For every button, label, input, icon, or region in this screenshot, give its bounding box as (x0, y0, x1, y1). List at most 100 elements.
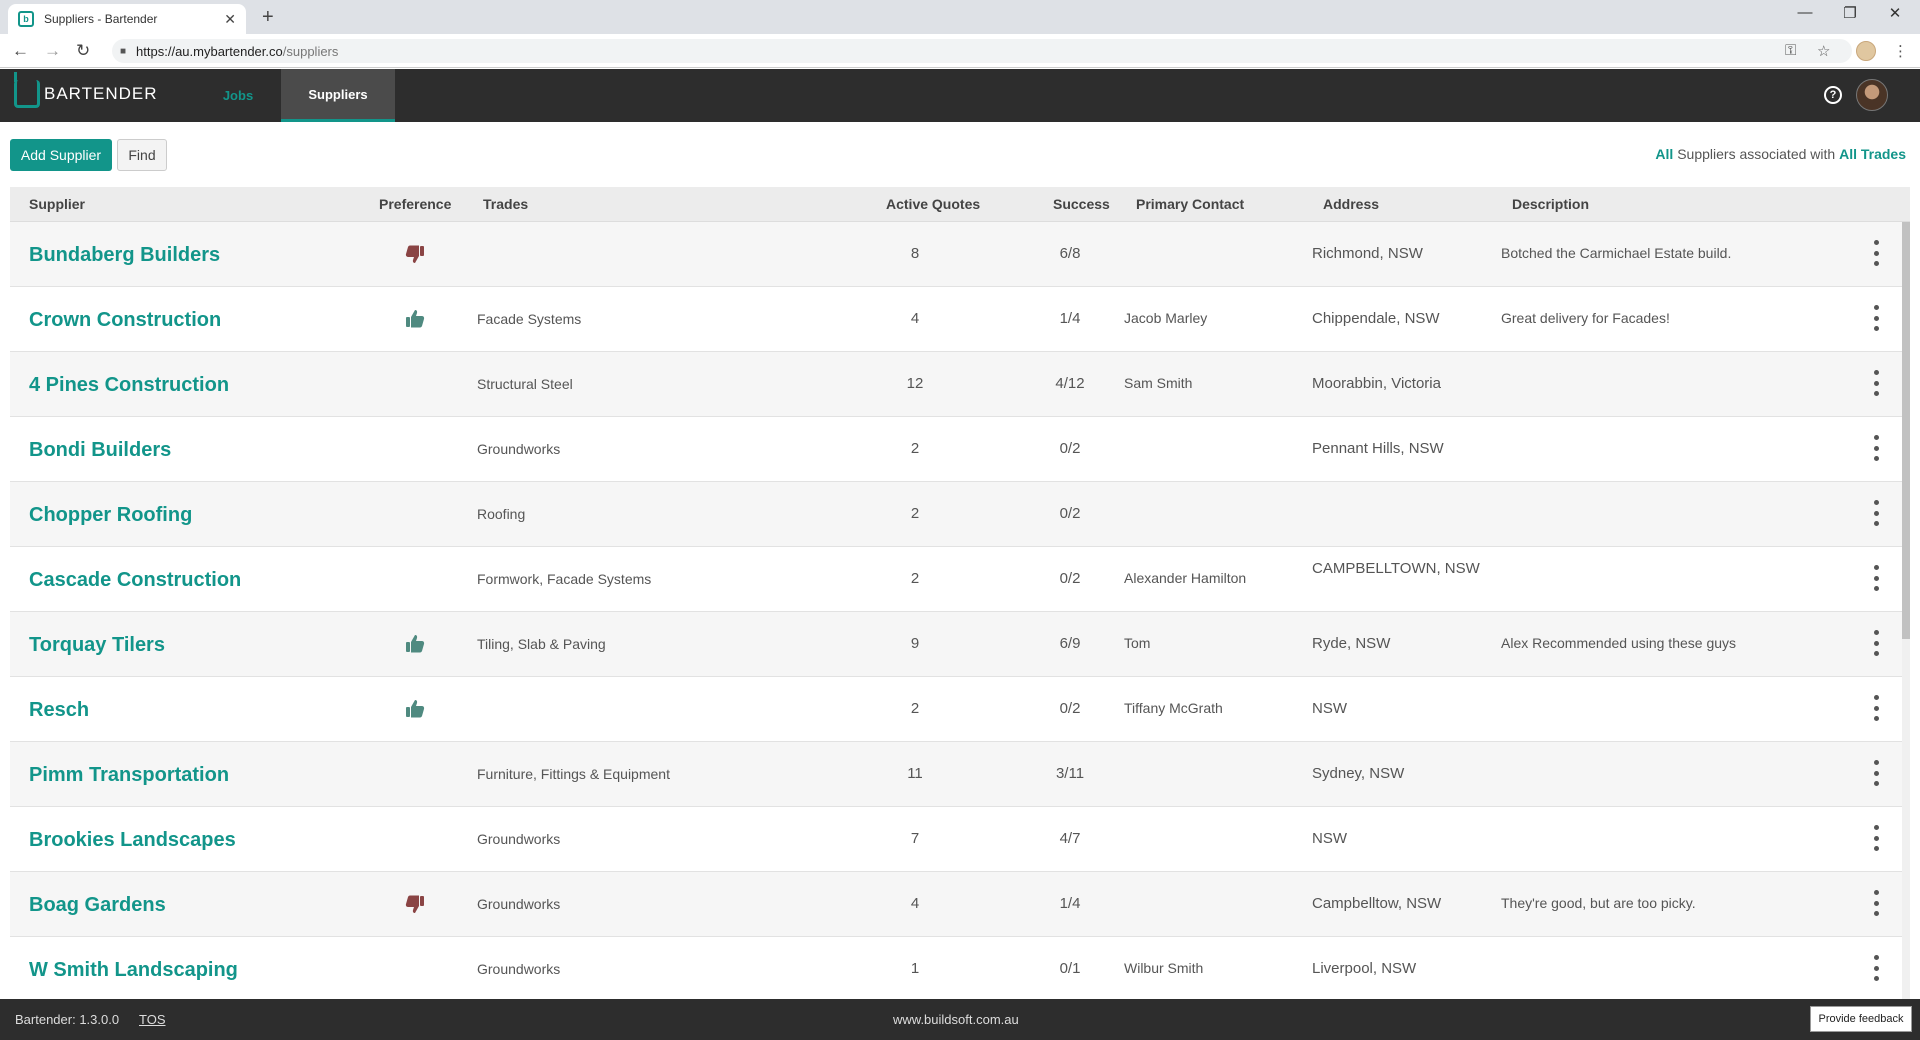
scrollbar-thumb[interactable] (1902, 222, 1910, 639)
forward-icon[interactable]: → (44, 41, 61, 61)
table-scrollbar[interactable] (1902, 222, 1910, 999)
supplier-name-link[interactable]: Brookies Landscapes (29, 829, 236, 852)
key-icon[interactable]: ⚿ (1785, 42, 1796, 59)
row-menu-icon[interactable] (1872, 500, 1880, 526)
supplier-name-link[interactable]: Resch (29, 699, 89, 722)
version-label: Bartender: 1.3.0.0 (15, 1012, 120, 1027)
extension-avatar-icon[interactable] (1856, 41, 1876, 61)
header-trades[interactable]: Trades (483, 196, 528, 212)
supplier-name-link[interactable]: Boag Gardens (29, 894, 166, 917)
header-description[interactable]: Description (1512, 196, 1589, 212)
table-row[interactable]: Brookies Landscapes Groundworks 7 4/7 NSW (10, 807, 1902, 872)
supplier-name-link[interactable]: Crown Construction (29, 309, 221, 332)
table-row[interactable]: Crown Construction Facade Systems 4 1/4 Jaco… (10, 287, 1902, 352)
address-cell: Richmond, NSW (1312, 245, 1423, 262)
address-cell: NSW (1312, 700, 1347, 717)
row-menu-icon[interactable] (1872, 565, 1880, 591)
window-close-icon[interactable]: ✕ (1875, 4, 1915, 22)
row-menu-icon[interactable] (1872, 435, 1880, 461)
success-cell: 4/12 (1055, 375, 1085, 392)
supplier-name-link[interactable]: Chopper Roofing (29, 504, 192, 527)
trades-cell: Groundworks (477, 441, 561, 457)
table-row[interactable]: Cascade Construction Formwork, Facade Sys… (10, 547, 1902, 612)
row-menu-icon[interactable] (1872, 240, 1880, 266)
supplier-name-link[interactable]: Bundaberg Builders (29, 244, 220, 267)
table-header: Supplier Preference Trades Active Quotes… (10, 187, 1910, 222)
primary-contact-cell: Tiffany McGrath (1124, 700, 1223, 716)
success-cell: 0/1 (1059, 960, 1081, 977)
active-quotes-cell: 8 (910, 245, 920, 262)
add-supplier-button[interactable]: Add Supplier (10, 139, 112, 171)
address-cell: Pennant Hills, NSW (1312, 440, 1444, 457)
row-menu-icon[interactable] (1872, 760, 1880, 786)
active-quotes-cell: 9 (910, 635, 920, 652)
bartender-logo-icon (14, 72, 40, 108)
new-tab-button[interactable]: + (262, 6, 274, 29)
header-success[interactable]: Success (1053, 196, 1110, 212)
browser-tab[interactable]: b Suppliers - Bartender ✕ (8, 4, 246, 34)
browser-menu-icon[interactable]: ⋮ (1893, 42, 1908, 60)
tab-close-icon[interactable]: ✕ (224, 11, 236, 28)
success-cell: 0/2 (1059, 700, 1081, 717)
help-icon[interactable]: ? (1824, 86, 1842, 104)
trades-cell: Furniture, Fittings & Equipment (477, 766, 670, 782)
table-row[interactable]: W Smith Landscaping Groundworks 1 0/1 Wilbur… (10, 937, 1902, 999)
header-supplier[interactable]: Supplier (29, 196, 85, 212)
url-field[interactable]: ■ https://au.mybartender.co/suppliers (112, 39, 1852, 63)
active-quotes-cell: 4 (910, 310, 920, 327)
table-row[interactable]: Boag Gardens Groundworks 4 1/4 Campbelltow, … (10, 872, 1902, 937)
reload-icon[interactable]: ↻ (76, 41, 90, 61)
minimize-icon[interactable]: — (1785, 4, 1825, 21)
star-icon[interactable]: ☆ (1817, 42, 1830, 60)
header-primary-contact[interactable]: Primary Contact (1136, 196, 1244, 212)
row-menu-icon[interactable] (1872, 955, 1880, 981)
nav-tab-suppliers[interactable]: Suppliers (281, 69, 395, 122)
table-row[interactable]: Bundaberg Builders 8 6/8 Richmond, NSW Botch… (10, 222, 1902, 287)
header-active-quotes[interactable]: Active Quotes (886, 196, 980, 212)
table-row[interactable]: Resch 2 0/2 Tiffany McGrath NSW (10, 677, 1902, 742)
row-menu-icon[interactable] (1872, 305, 1880, 331)
header-preference[interactable]: Preference (379, 196, 451, 212)
trades-cell: Structural Steel (477, 376, 573, 392)
table-row[interactable]: Chopper Roofing Roofing 2 0/2 (10, 482, 1902, 547)
table-row[interactable]: 4 Pines Construction Structural Steel 12 4/… (10, 352, 1902, 417)
row-menu-icon[interactable] (1872, 890, 1880, 916)
filter-all-link[interactable]: All (1655, 146, 1673, 162)
back-icon[interactable]: ← (12, 41, 29, 61)
supplier-filter: All Suppliers associated with All Trades (1655, 146, 1906, 162)
supplier-name-link[interactable]: Cascade Construction (29, 569, 241, 592)
url-path: /suppliers (282, 43, 339, 59)
address-cell: Campbelltow, NSW (1312, 895, 1442, 912)
supplier-name-link[interactable]: 4 Pines Construction (29, 374, 229, 397)
success-cell: 1/4 (1059, 895, 1081, 912)
active-quotes-cell: 11 (907, 765, 923, 782)
filter-trades-link[interactable]: All Trades (1839, 146, 1906, 162)
table-row[interactable]: Bondi Builders Groundworks 2 0/2 Pennant Hil… (10, 417, 1902, 482)
row-menu-icon[interactable] (1872, 630, 1880, 656)
row-menu-icon[interactable] (1872, 695, 1880, 721)
trades-cell: Groundworks (477, 961, 561, 977)
row-menu-icon[interactable] (1872, 370, 1880, 396)
thumbs-up-icon (403, 307, 427, 331)
tos-link[interactable]: TOS (139, 1012, 166, 1027)
user-avatar[interactable] (1856, 79, 1888, 111)
table-row[interactable]: Torquay Tilers Tiling, Slab & Paving 9 6/9 T… (10, 612, 1902, 677)
supplier-name-link[interactable]: Torquay Tilers (29, 634, 165, 657)
nav-tab-jobs[interactable]: Jobs (192, 69, 284, 122)
table-row[interactable]: Pimm Transportation Furniture, Fittings &… (10, 742, 1902, 807)
address-cell: Moorabbin, Victoria (1312, 375, 1441, 392)
site-link[interactable]: www.buildsoft.com.au (893, 1012, 1019, 1027)
address-cell: Sydney, NSW (1312, 765, 1405, 782)
tab-title: Suppliers - Bartender (44, 12, 158, 26)
provide-feedback-button[interactable]: Provide feedback (1810, 1006, 1912, 1032)
supplier-name-link[interactable]: Bondi Builders (29, 439, 171, 462)
row-menu-icon[interactable] (1872, 825, 1880, 851)
supplier-name-link[interactable]: Pimm Transportation (29, 764, 229, 787)
primary-contact-cell: Jacob Marley (1124, 310, 1208, 326)
address-cell: Chippendale, NSW (1312, 310, 1440, 327)
restore-icon[interactable]: ❐ (1830, 4, 1870, 22)
find-button[interactable]: Find (117, 139, 167, 171)
supplier-name-link[interactable]: W Smith Landscaping (29, 959, 238, 982)
header-address[interactable]: Address (1323, 196, 1379, 212)
bartender-logo[interactable]: BARTENDER (14, 72, 158, 108)
